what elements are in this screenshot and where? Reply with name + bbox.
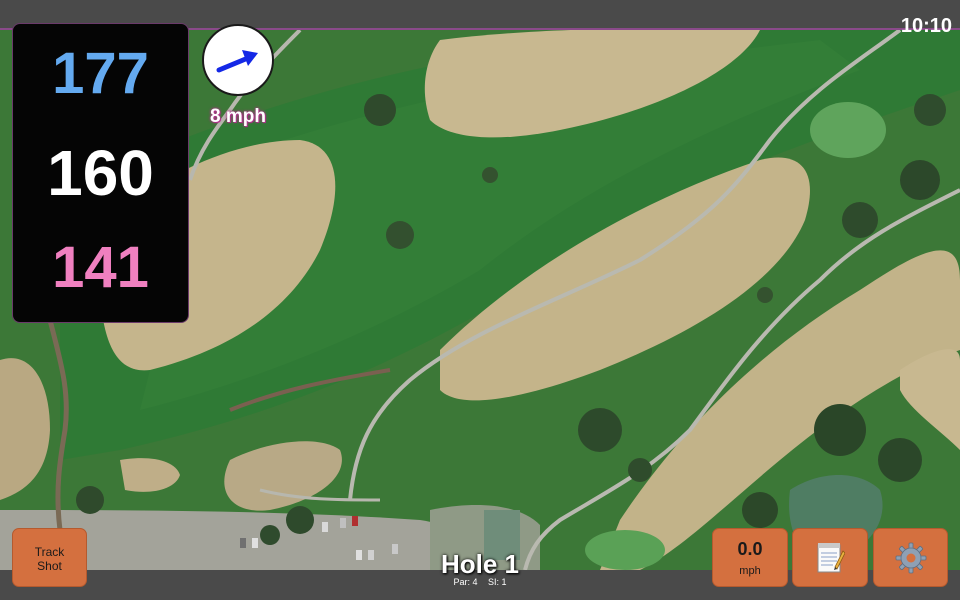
front-of-green-distance: 141 — [52, 235, 149, 300]
distance-panel: 177 160 141 — [12, 23, 189, 323]
speed-value: 0.0 — [737, 539, 763, 559]
hole-title: Hole 1 — [440, 549, 520, 579]
wind-speed: 8 mph — [210, 106, 266, 127]
speed-button[interactable]: 0.0 mph — [712, 528, 788, 587]
hole-par: Par: 4 — [453, 577, 478, 587]
wind-arrow-icon — [216, 50, 258, 73]
track-shot-label-line1: Track — [34, 545, 65, 559]
middle-of-green-distance: 160 — [47, 137, 154, 209]
back-of-green-distance: 177 — [52, 41, 149, 106]
clock: 10:10 — [900, 15, 952, 37]
gear-icon — [895, 542, 926, 573]
track-shot-label-line2: Shot — [37, 559, 62, 573]
speed-unit: mph — [739, 565, 761, 577]
notes-button[interactable] — [792, 528, 868, 587]
track-shot-button[interactable]: Track Shot — [12, 528, 87, 587]
hole-stroke-index: SI: 1 — [488, 577, 507, 587]
notepad-icon — [817, 542, 845, 572]
hole-details: Par: 4 SI: 1 — [380, 577, 580, 587]
wind-direction-dial — [202, 24, 274, 96]
settings-button[interactable] — [873, 528, 948, 587]
golf-gps-screen: 10:10 177 160 141 8 mph Track Shot Hole … — [0, 0, 960, 600]
